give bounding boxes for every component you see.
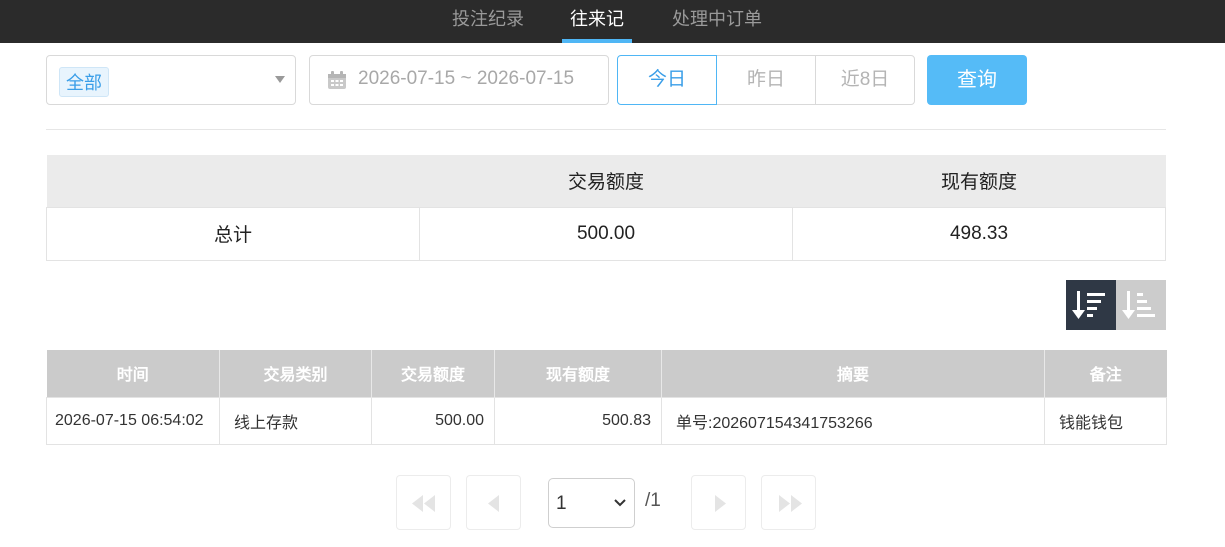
next-page-button[interactable] <box>691 475 746 530</box>
cell-note: 钱能钱包 <box>1044 396 1167 445</box>
last-page-button[interactable] <box>761 475 816 530</box>
dropdown-arrow-icon <box>275 76 285 83</box>
next-page-icon <box>715 495 726 512</box>
summary-table: 交易额度 现有额度 总计 500.00 498.33 <box>46 155 1166 261</box>
range-today-button[interactable]: 今日 <box>617 55 717 105</box>
date-range-text: 2026-07-15 ~ 2026-07-15 <box>358 68 575 89</box>
summary-total-label: 总计 <box>46 206 420 261</box>
quick-range-group: 今日 昨日 近8日 <box>617 55 915 105</box>
query-button[interactable]: 查询 <box>927 55 1027 105</box>
page-select-value: 1 <box>556 493 567 514</box>
selected-type-tag: 全部 <box>59 67 109 97</box>
summary-header-balance: 现有额度 <box>792 155 1166 207</box>
sort-ascending-icon <box>1122 291 1155 319</box>
top-tab-bar: 投注纪录 往来记录 处理中订单 <box>0 0 1225 67</box>
chevron-down-icon <box>614 499 626 507</box>
summary-row: 总计 500.00 498.33 <box>46 206 1166 261</box>
tab-transaction-records[interactable]: 往来记录 <box>562 0 632 67</box>
summary-trade-amount: 500.00 <box>419 206 793 261</box>
cell-summary: 单号:202607154341753266 <box>661 396 1045 445</box>
records-table: 时间 交易类别 交易额度 现有额度 摘要 备注 2026-07-15 06:54… <box>46 350 1167 445</box>
cell-amount: 500.00 <box>371 396 495 445</box>
tab-bet-records[interactable]: 投注纪录 <box>452 0 524 43</box>
date-range-picker[interactable]: 2026-07-15 ~ 2026-07-15 <box>309 55 609 105</box>
page-select[interactable]: 1 <box>548 478 635 528</box>
cell-time: 2026-07-15 06:54:02 <box>46 396 220 445</box>
calendar-icon <box>328 71 346 89</box>
summary-balance: 498.33 <box>792 206 1166 261</box>
header-time: 时间 <box>46 350 220 397</box>
header-amount: 交易额度 <box>371 350 495 397</box>
summary-header-blank <box>46 155 420 207</box>
transaction-type-select[interactable]: 全部 <box>46 55 296 105</box>
header-note: 备注 <box>1044 350 1167 397</box>
first-page-icon <box>412 495 435 512</box>
range-yesterday-button[interactable]: 昨日 <box>716 55 816 105</box>
prev-page-icon <box>488 495 499 512</box>
table-row: 2026-07-15 06:54:02 线上存款 500.00 500.83 单… <box>46 396 1167 445</box>
cell-balance: 500.83 <box>494 396 662 445</box>
sort-ascending-button[interactable] <box>1116 280 1166 330</box>
sort-descending-icon <box>1072 291 1105 319</box>
prev-page-button[interactable] <box>466 475 521 530</box>
header-type: 交易类别 <box>219 350 372 397</box>
summary-header-trade-amount: 交易额度 <box>419 155 793 207</box>
last-page-icon <box>779 495 802 512</box>
page-total: /1 <box>645 490 661 511</box>
first-page-button[interactable] <box>396 475 451 530</box>
header-balance: 现有额度 <box>494 350 662 397</box>
sort-descending-button[interactable] <box>1066 280 1116 330</box>
tab-pending-orders[interactable]: 处理中订单 <box>672 0 762 43</box>
range-last-8-days-button[interactable]: 近8日 <box>815 55 915 105</box>
divider <box>46 129 1166 130</box>
header-summary: 摘要 <box>661 350 1045 397</box>
cell-type: 线上存款 <box>219 396 372 445</box>
